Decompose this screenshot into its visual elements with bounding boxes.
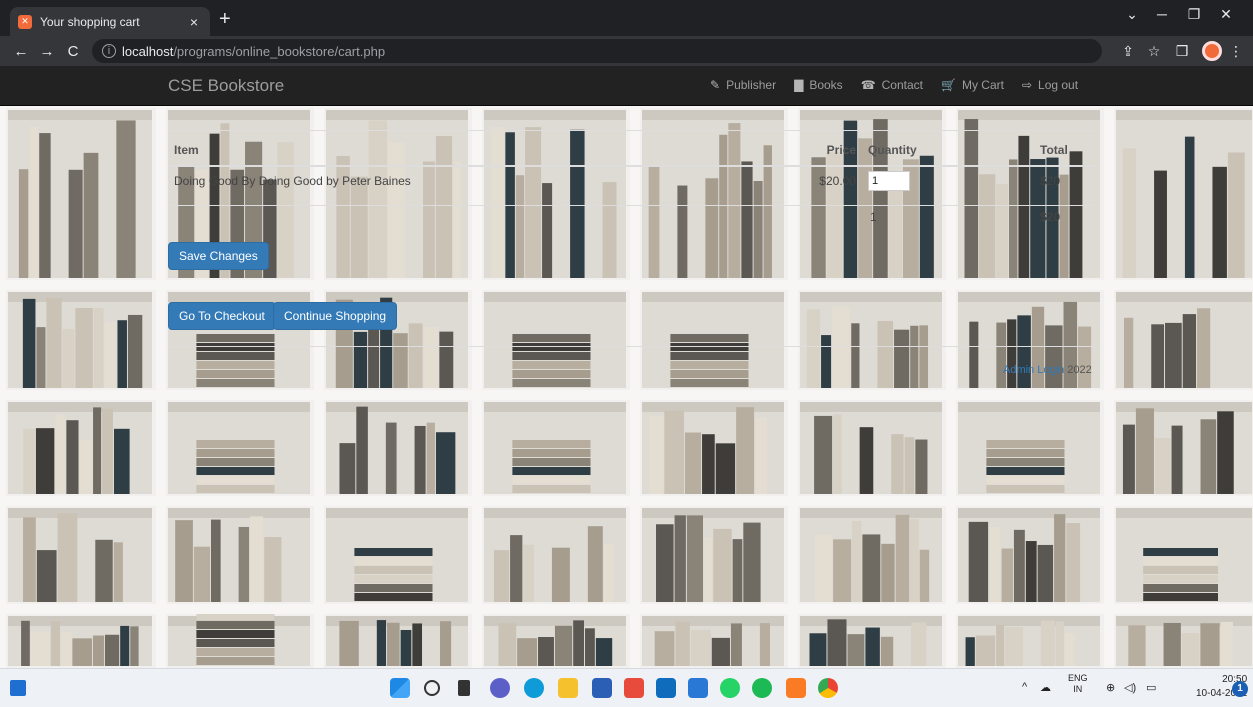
save-changes-button[interactable]: Save Changes [168,242,269,270]
cart-summary-row: 1 $20 [168,206,1096,239]
logout-icon: ⇨ [1021,78,1033,92]
close-window-button[interactable]: ✕ [1214,6,1238,23]
url-path: /programs/online_bookstore/cart.php [173,43,386,59]
cart-summary-quantity: 1 [870,210,877,224]
header-price: Price [743,130,862,167]
site-brand[interactable]: CSE Bookstore [168,76,284,96]
nav-books-label: Books [809,78,843,92]
nav-my-cart[interactable]: 🛒 My Cart [941,78,1004,92]
footer-year: 2022 [1067,364,1092,376]
cart-item-price: $20.00 [743,166,862,206]
network-icon[interactable]: ⊕ [1106,681,1115,694]
admin-login-link[interactable]: Admin Login [1003,364,1064,376]
cart-item-title: Doing Good By Doing Good by Peter Baines [168,166,743,206]
header-quantity: Quantity [862,130,1002,167]
nav-publisher-label: Publisher [726,78,777,92]
xampp-icon[interactable] [786,678,806,698]
quantity-input[interactable] [868,171,910,191]
windows-taskbar: ^ ☁ ENG IN ⊕ ◁) ▭ 20:50 10-04-2022 1 [0,668,1253,707]
chrome-icon[interactable] [818,678,838,698]
nav-contact-label: Contact [881,78,923,92]
language-top: ENG [1068,673,1088,683]
cart-table: Item Price Quantity Total Doing Good By … [168,130,1096,238]
cart-item-total: $20 [1002,166,1096,206]
url-host: localhost [122,43,174,59]
back-button[interactable]: ← [8,43,34,60]
page-content: CSE Bookstore ✎ Publisher ▇ Books ☎ Contact… [0,66,1253,668]
widgets-icon[interactable] [10,680,26,696]
teams-chat-icon[interactable] [490,678,510,698]
tab-title: Your shopping cart [40,14,140,29]
minimize-button[interactable]: ─ [1150,6,1174,22]
nav-books[interactable]: ▇ Books [794,78,843,92]
page-footer: Admin Login 2022 [1003,364,1092,376]
go-to-checkout-button[interactable]: Go To Checkout [168,302,276,330]
site-info-icon[interactable]: i [102,44,116,58]
footer-divider [168,346,1096,347]
mail-icon[interactable] [656,678,676,698]
tab-search-icon[interactable]: ⌄ [1120,6,1144,23]
book-icon: ▇ [794,78,804,92]
site-navbar: CSE Bookstore ✎ Publisher ▇ Books ☎ Contact… [0,66,1253,106]
nav-publisher[interactable]: ✎ Publisher [710,78,776,92]
header-item: Item [168,130,743,167]
address-bar[interactable]: i localhost/programs/online_bookstore/ca… [92,39,1102,63]
browser-menu-icon[interactable]: ⋮ [1226,43,1246,60]
header-total: Total [1002,130,1096,167]
continue-shopping-button[interactable]: Continue Shopping [273,302,398,330]
xampp-favicon-icon: ✕ [18,14,32,29]
nav-log-out-label: Log out [1038,78,1079,92]
notepad-icon[interactable] [688,678,708,698]
phone-icon: ☎ [860,78,876,92]
cart-icon: 🛒 [941,78,956,92]
cart-item-quantity-cell [862,166,1002,206]
tab-close-icon[interactable]: × [186,14,202,30]
address-url: localhost/programs/online_bookstore/cart… [122,44,385,59]
battery-icon[interactable]: ▭ [1146,681,1156,694]
cart-header-row: Item Price Quantity Total [168,130,1096,167]
edge-icon[interactable] [524,678,544,698]
volume-icon[interactable]: ◁) [1124,681,1136,694]
notification-badge[interactable]: 1 [1232,681,1248,697]
nav-log-out[interactable]: ⇨ Log out [1022,78,1078,92]
restore-button[interactable]: ❐ [1182,6,1206,23]
windows-start-icon[interactable] [390,678,410,698]
language-bottom: IN [1073,684,1083,694]
tray-overflow-icon[interactable]: ^ [1022,681,1027,693]
cart-summary-total: $20 [1040,210,1061,224]
bookmark-star-icon[interactable]: ☆ [1144,43,1164,60]
reload-button[interactable]: C [60,43,86,60]
nav-contact[interactable]: ☎ Contact [861,78,923,92]
browser-toolbar: ← → C i localhost/programs/online_bookst… [0,36,1253,66]
spotify-icon[interactable] [752,678,772,698]
forward-button[interactable]: → [34,43,60,60]
paperclip-icon: ✎ [710,78,721,92]
new-tab-button[interactable]: + [219,9,231,29]
whatsapp-icon[interactable] [720,678,740,698]
search-icon[interactable] [424,680,440,696]
language-indicator[interactable]: ENG IN [1068,673,1088,695]
cart-section: Item Price Quantity Total Doing Good By … [168,130,1096,238]
file-explorer-icon[interactable] [558,678,578,698]
store-icon[interactable] [592,678,612,698]
side-panel-icon[interactable]: ❒ [1172,43,1192,60]
task-view-icon[interactable] [458,680,470,696]
browser-tabstrip: ✕ Your shopping cart × + ⌄ ─ ❐ ✕ [0,0,1253,36]
share-icon[interactable]: ⇪ [1118,43,1138,60]
nav-my-cart-label: My Cart [961,78,1004,92]
onedrive-icon[interactable]: ☁ [1040,681,1051,694]
office-icon[interactable] [624,678,644,698]
profile-avatar-icon[interactable] [1202,41,1222,61]
browser-tab[interactable]: ✕ Your shopping cart × [10,7,210,36]
nav-links: ✎ Publisher ▇ Books ☎ Contact 🛒 My Cart ⇨ Log… [710,78,1096,92]
table-row: Doing Good By Doing Good by Peter Baines… [168,166,1096,206]
